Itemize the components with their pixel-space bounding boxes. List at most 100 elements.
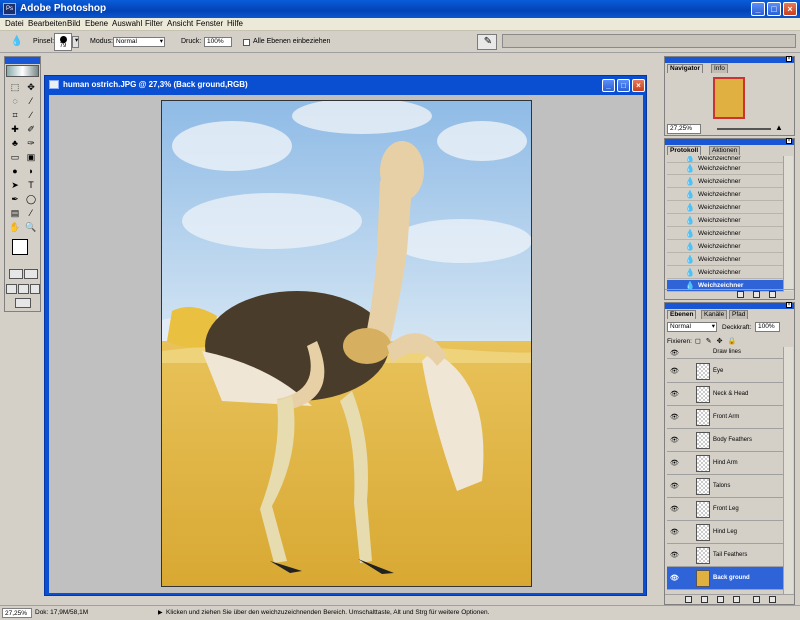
tab-aktionen[interactable]: Aktionen: [709, 146, 741, 155]
layer-row[interactable]: 👁 Hind Leg: [667, 521, 784, 544]
navigator-thumbnail[interactable]: [713, 77, 745, 119]
eye-icon[interactable]: 👁: [670, 349, 679, 357]
canvas-area[interactable]: [49, 95, 643, 593]
doc-maximize-button[interactable]: □: [617, 79, 630, 92]
eye-icon[interactable]: 👁: [670, 482, 679, 490]
history-item[interactable]: 💧 Weichzeichner: [667, 176, 784, 188]
eyedropper-tool-icon[interactable]: ⁄: [24, 207, 38, 219]
history-scrollbar[interactable]: [783, 156, 793, 291]
eye-icon[interactable]: 👁: [670, 390, 679, 398]
crop-tool-icon[interactable]: ⌗: [8, 109, 22, 121]
full-screen-menu-mode-icon[interactable]: [18, 284, 29, 294]
history-item[interactable]: 💧 Weichzeichner: [667, 215, 784, 227]
history-item[interactable]: 💧 Weichzeichner: [667, 228, 784, 240]
brush-options-button[interactable]: ✎: [477, 34, 497, 50]
layer-mask-icon[interactable]: [701, 596, 708, 603]
pen-tool-icon[interactable]: ✒: [8, 193, 22, 205]
mode-select[interactable]: Normal ▾: [113, 37, 165, 47]
blend-mode-select[interactable]: Normal ▾: [667, 322, 717, 332]
menu-bearbeiten[interactable]: Bearbeiten: [28, 19, 67, 28]
trash-icon[interactable]: [769, 596, 776, 603]
menu-auswahl[interactable]: Auswahl: [112, 19, 142, 28]
status-zoom-input[interactable]: 27,25%: [2, 608, 32, 618]
history-item[interactable]: 💧 Weichzeichner: [667, 254, 784, 266]
history-item[interactable]: 💧 Weichzeichner: [667, 267, 784, 279]
pressure-input[interactable]: 100%: [204, 37, 232, 47]
layer-row[interactable]: 👁 Front Leg: [667, 498, 784, 521]
magic-wand-tool-icon[interactable]: ⁄: [24, 95, 38, 107]
healing-brush-tool-icon[interactable]: ✚: [8, 123, 22, 135]
toolbox-header[interactable]: [5, 57, 40, 64]
layers-scrollbar[interactable]: [783, 347, 793, 595]
layer-row[interactable]: 👁 Body Feathers: [667, 429, 784, 452]
opacity-input[interactable]: 100%: [755, 322, 780, 332]
doc-minimize-button[interactable]: _: [602, 79, 615, 92]
standard-screen-mode-icon[interactable]: [6, 284, 17, 294]
lasso-tool-icon[interactable]: ◌: [8, 95, 22, 107]
adobe-online-icon[interactable]: [6, 65, 39, 77]
dodge-tool-icon[interactable]: ◗: [24, 165, 38, 177]
tab-pfad[interactable]: Pfad: [729, 310, 749, 319]
type-tool-icon[interactable]: T: [24, 179, 38, 191]
new-document-icon[interactable]: [737, 291, 744, 298]
document-icon[interactable]: [49, 80, 59, 89]
layer-style-icon[interactable]: [685, 596, 692, 603]
notes-tool-icon[interactable]: ▤: [8, 207, 22, 219]
eye-icon[interactable]: 👁: [670, 436, 679, 444]
menu-hilfe[interactable]: Hilfe: [227, 19, 243, 28]
marquee-tool-icon[interactable]: ⬚: [8, 81, 22, 93]
eye-icon[interactable]: 👁: [670, 551, 679, 559]
tab-ebenen[interactable]: Ebenen: [667, 310, 697, 319]
artwork-canvas[interactable]: [161, 100, 532, 587]
water-drop-icon[interactable]: 💧: [8, 34, 26, 50]
eye-icon[interactable]: 👁: [670, 367, 679, 375]
tab-kanaele[interactable]: Kanäle: [701, 310, 728, 319]
brush-preset-picker[interactable]: 79: [54, 33, 72, 51]
new-layer-icon[interactable]: [753, 596, 760, 603]
panel-close-icon[interactable]: ×: [786, 302, 792, 308]
panel-close-icon[interactable]: ×: [786, 138, 792, 144]
move-tool-icon[interactable]: ✥: [24, 81, 38, 93]
hand-tool-icon[interactable]: ✋: [8, 221, 22, 233]
layer-row[interactable]: 👁 Hind Arm: [667, 452, 784, 475]
layer-row[interactable]: 👁 Neck & Head: [667, 383, 784, 406]
history-item[interactable]: 💧 Weichzeichner: [667, 156, 784, 163]
trash-icon[interactable]: [769, 291, 776, 298]
zoom-in-icon[interactable]: ▲: [775, 123, 783, 132]
blur-tool-icon[interactable]: ●: [8, 165, 22, 177]
clone-stamp-tool-icon[interactable]: ♣: [8, 137, 22, 149]
menu-ebene[interactable]: Ebene: [85, 19, 108, 28]
adjustment-layer-icon[interactable]: [733, 596, 740, 603]
layer-row[interactable]: 👁 Talons: [667, 475, 784, 498]
jump-to-imageready-icon[interactable]: [15, 298, 31, 308]
history-item[interactable]: 💧 Weichzeichner: [667, 241, 784, 253]
new-snapshot-icon[interactable]: [753, 291, 760, 298]
quick-mask-mode-icon[interactable]: [24, 269, 38, 279]
eye-icon[interactable]: 👁: [670, 505, 679, 513]
slice-tool-icon[interactable]: ∕: [24, 109, 38, 121]
brush-dropdown-arrow[interactable]: ▾: [72, 36, 79, 48]
layer-row-selected[interactable]: 👁 Back ground: [667, 567, 784, 590]
path-selection-tool-icon[interactable]: ➤: [8, 179, 22, 191]
close-button[interactable]: ×: [783, 2, 797, 16]
layer-row[interactable]: 👁 Eye: [667, 360, 784, 383]
zoom-tool-icon[interactable]: 🔍: [24, 221, 38, 233]
all-layers-checkbox[interactable]: [243, 39, 250, 46]
gradient-tool-icon[interactable]: ▣: [24, 151, 38, 163]
history-item[interactable]: 💧 Weichzeichner: [667, 189, 784, 201]
tab-info[interactable]: Info: [711, 64, 728, 73]
navigator-zoom-slider[interactable]: [717, 128, 771, 130]
menu-filter[interactable]: Filter: [145, 19, 163, 28]
new-set-icon[interactable]: [717, 596, 724, 603]
history-item[interactable]: 💧 Weichzeichner: [667, 163, 784, 175]
layer-row[interactable]: 👁 Draw lines: [667, 347, 784, 359]
doc-close-button[interactable]: ×: [632, 79, 645, 92]
layer-row[interactable]: 👁 Front Arm: [667, 406, 784, 429]
history-brush-tool-icon[interactable]: ✑: [24, 137, 38, 149]
tab-protokoll[interactable]: Protokoll: [667, 146, 702, 155]
foreground-color-swatch[interactable]: [12, 239, 28, 255]
layer-row[interactable]: 👁 Tail Feathers: [667, 544, 784, 567]
photoshop-app-icon[interactable]: Ps: [3, 3, 16, 15]
menu-datei[interactable]: Datei: [5, 19, 24, 28]
menu-bild[interactable]: Bild: [67, 19, 80, 28]
